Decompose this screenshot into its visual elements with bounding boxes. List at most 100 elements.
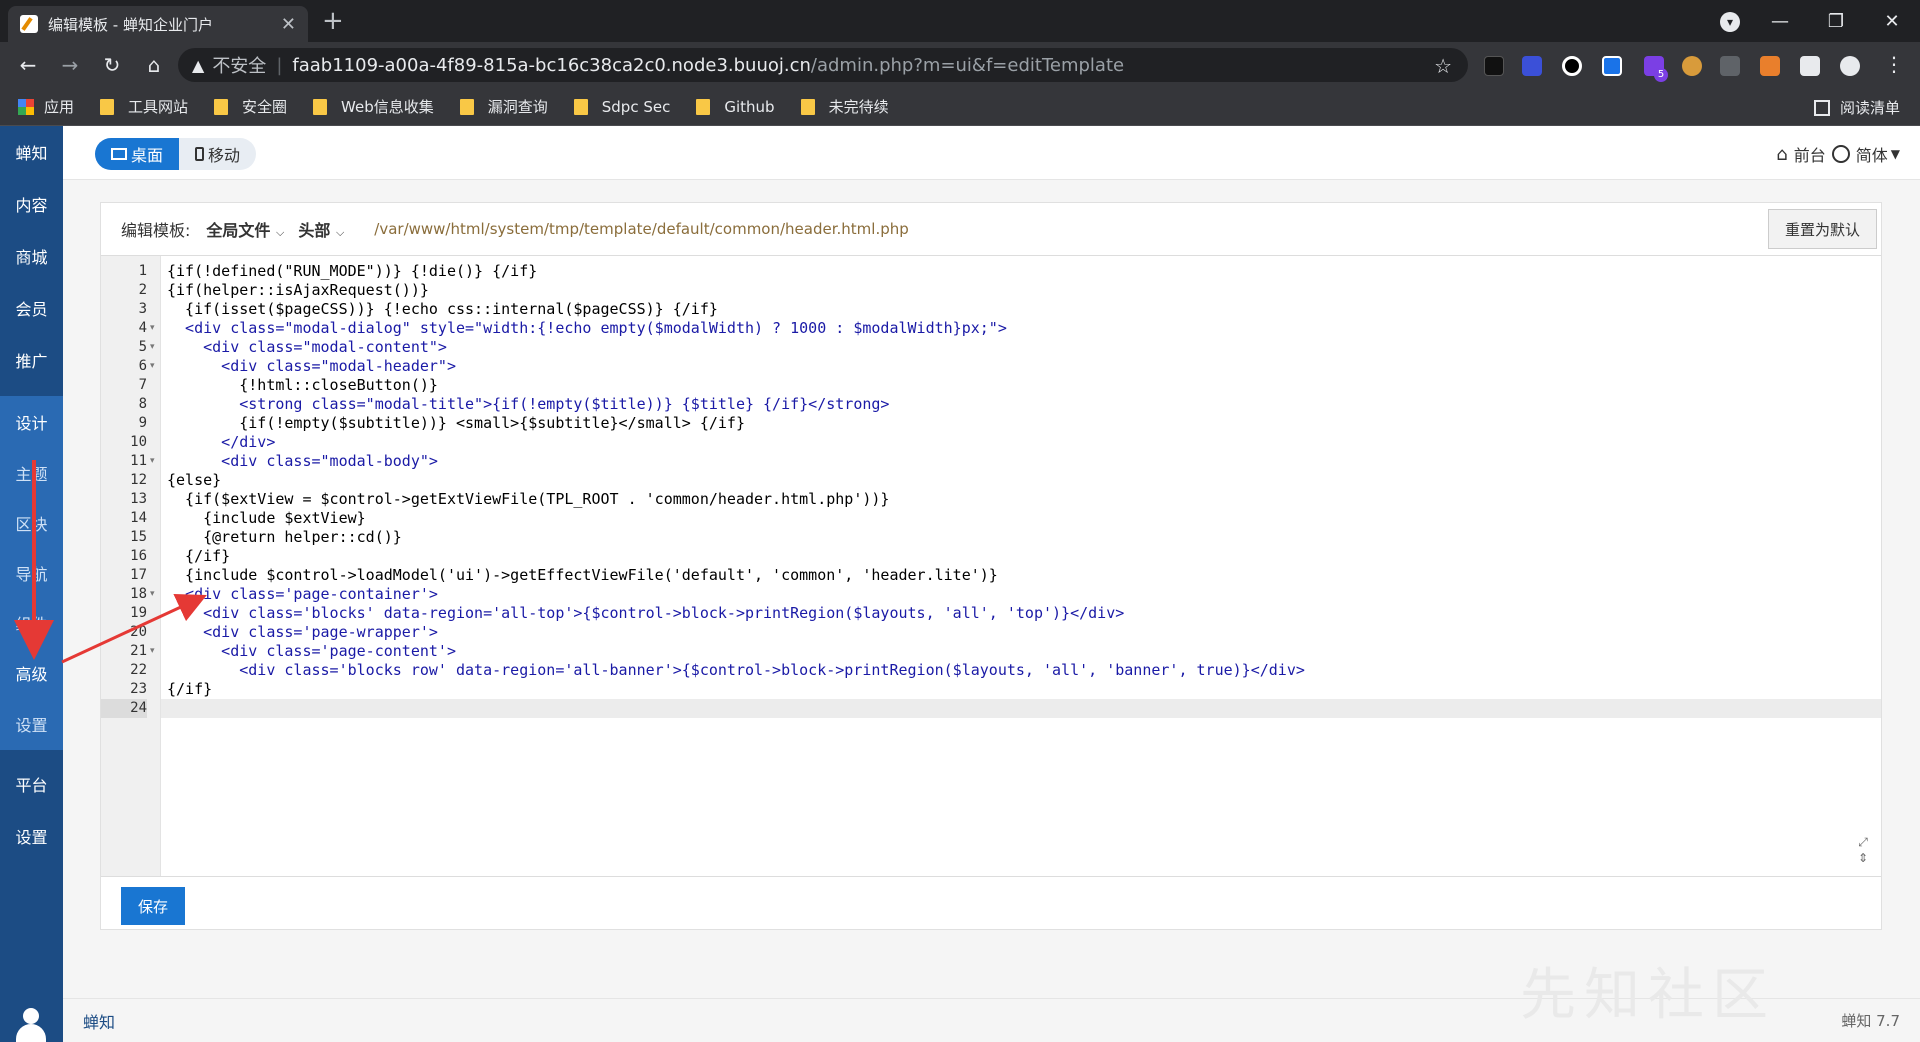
code-line[interactable]: {include $control->loadModel('ui')->getE… bbox=[161, 566, 1881, 585]
home-icon[interactable]: ⌂ bbox=[134, 45, 174, 85]
close-window-icon[interactable]: ✕ bbox=[1864, 0, 1920, 42]
sidebar-item-shop[interactable]: 商城 bbox=[0, 230, 63, 282]
scope-dropdown[interactable]: 全局文件 ⌵ bbox=[206, 217, 284, 241]
tab-search-icon[interactable]: ▾ bbox=[1720, 12, 1740, 32]
bookmark-folder[interactable]: 工具网站 bbox=[100, 96, 188, 117]
mobile-toggle[interactable]: 移动 bbox=[179, 138, 256, 170]
code-line[interactable]: <div class='page-wrapper'> bbox=[161, 623, 1881, 642]
reading-list[interactable]: 阅读清单 bbox=[1813, 97, 1900, 118]
code-line[interactable]: {if(!empty($subtitle))} <small>{$subtitl… bbox=[161, 414, 1881, 433]
bookmark-folder[interactable]: Github bbox=[696, 98, 775, 116]
resize-handle-icon[interactable]: ⤢ ⇕ bbox=[1855, 834, 1871, 868]
extension-record-icon[interactable] bbox=[1562, 56, 1582, 76]
save-button[interactable]: 保存 bbox=[121, 887, 185, 925]
code-line[interactable]: <div class="modal-body"> bbox=[161, 452, 1881, 471]
code-line[interactable]: {!html::closeButton()} bbox=[161, 376, 1881, 395]
sidebar-item-theme[interactable]: 主题 bbox=[0, 448, 63, 498]
code-line[interactable]: {if(isset($pageCSS))} {!echo css::intern… bbox=[161, 300, 1881, 319]
code-line[interactable]: {if(helper::isAjaxRequest())} bbox=[161, 281, 1881, 300]
code-line[interactable]: {if($extView = $control->getExtViewFile(… bbox=[161, 490, 1881, 509]
reset-default-button[interactable]: 重置为默认 bbox=[1767, 209, 1877, 249]
code-line[interactable]: <div class="modal-content"> bbox=[161, 338, 1881, 357]
fold-toggle-icon[interactable]: ▾ bbox=[150, 452, 155, 471]
profile-avatar-icon[interactable] bbox=[1840, 56, 1860, 76]
menu-kebab-icon[interactable]: ⋮ bbox=[1884, 52, 1904, 76]
bookmark-star-icon[interactable]: ☆ bbox=[1434, 54, 1452, 78]
code-line[interactable]: {include $extView} bbox=[161, 509, 1881, 528]
extensions-puzzle-icon[interactable] bbox=[1800, 56, 1820, 76]
code-line[interactable]: </div> bbox=[161, 433, 1881, 452]
sidebar-item-design[interactable]: 设计 bbox=[0, 396, 63, 448]
user-avatar-icon[interactable] bbox=[14, 1008, 48, 1042]
code-area[interactable]: {if(!defined("RUN_MODE"))} {!die()} {/if… bbox=[161, 256, 1881, 876]
code-line[interactable]: <strong class="modal-title">{if(!empty($… bbox=[161, 395, 1881, 414]
browser-tab[interactable]: 编辑模板 - 蝉知企业门户 ✕ bbox=[8, 6, 308, 42]
line-number: 10 bbox=[130, 434, 147, 450]
bookmark-folder[interactable]: 漏洞查询 bbox=[459, 96, 548, 117]
extension-cookie-icon[interactable] bbox=[1682, 56, 1702, 76]
warning-icon[interactable]: ▲ bbox=[192, 56, 204, 75]
sidebar-item-settings[interactable]: 设置 bbox=[0, 810, 63, 862]
sidebar-item-platform[interactable]: 平台 bbox=[0, 758, 63, 810]
address-path: /admin.php?m=ui&f=editTemplate bbox=[810, 54, 1125, 76]
fold-toggle-icon[interactable]: ▾ bbox=[150, 357, 155, 376]
front-link[interactable]: 前台 bbox=[1794, 142, 1826, 166]
sidebar-item-promote[interactable]: 推广 bbox=[0, 334, 63, 386]
sidebar-item-member[interactable]: 会员 bbox=[0, 282, 63, 334]
code-line[interactable]: <div class='blocks row' data-region='all… bbox=[161, 661, 1881, 680]
sidebar-item-nav[interactable]: 导航 bbox=[0, 548, 63, 598]
desktop-toggle[interactable]: 桌面 bbox=[95, 138, 180, 170]
minimize-icon[interactable]: — bbox=[1752, 0, 1808, 42]
code-line[interactable]: {else} bbox=[161, 471, 1881, 490]
fold-toggle-icon[interactable]: ▾ bbox=[150, 585, 155, 604]
code-line[interactable]: <div class='page-container'> bbox=[161, 585, 1881, 604]
extension-translate-icon[interactable] bbox=[1602, 56, 1622, 76]
code-line[interactable]: <div class="modal-dialog" style="width:{… bbox=[161, 319, 1881, 338]
code-line[interactable]: <div class="modal-header"> bbox=[161, 357, 1881, 376]
sidebar-item-brand[interactable]: 蝉知 bbox=[0, 126, 63, 178]
footer-brand[interactable]: 蝉知 bbox=[83, 1009, 115, 1033]
bookmark-label: 漏洞查询 bbox=[487, 98, 548, 116]
reload-icon[interactable]: ↻ bbox=[92, 45, 132, 85]
restore-icon[interactable]: ❐ bbox=[1808, 0, 1864, 42]
extension-blue-icon[interactable] bbox=[1522, 56, 1542, 76]
bookmark-folder[interactable]: Sdpc Sec bbox=[573, 98, 670, 116]
sidebar-item-widget[interactable]: 组件 bbox=[0, 598, 63, 648]
new-tab-icon[interactable]: + bbox=[322, 6, 344, 36]
sidebar-item-content[interactable]: 内容 bbox=[0, 178, 63, 230]
bookmark-folder[interactable]: 安全圈 bbox=[214, 96, 287, 117]
back-icon[interactable]: ← bbox=[8, 45, 48, 85]
caret-down-icon[interactable]: ▼ bbox=[1891, 147, 1900, 161]
bookmark-folder[interactable]: 未完待续 bbox=[800, 96, 889, 117]
code-line[interactable]: {/if} bbox=[161, 547, 1881, 566]
folder-icon bbox=[696, 98, 711, 115]
fold-toggle-icon[interactable]: ▾ bbox=[150, 319, 155, 338]
forward-icon[interactable]: → bbox=[50, 45, 90, 85]
code-line[interactable]: {if(!defined("RUN_MODE"))} {!die()} {/if… bbox=[161, 262, 1881, 281]
apps-grid-icon bbox=[18, 98, 34, 115]
code-line[interactable]: <div class='blocks' data-region='all-top… bbox=[161, 604, 1881, 623]
fold-toggle-icon[interactable]: ▾ bbox=[150, 338, 155, 357]
extension-arrow-icon[interactable] bbox=[1760, 56, 1780, 76]
sidebar-item-design-settings[interactable]: 设置 bbox=[0, 698, 63, 750]
folder-icon bbox=[100, 98, 115, 115]
editor-label: 编辑模板: bbox=[121, 221, 191, 240]
code-editor[interactable]: 1 2 3 4 ▾ 5 ▾ 6 ▾ 7 8 9 10 11 ▾ 12 13 14 15 16 17 18 ▾ 19 20 21 ▾ 2… bbox=[101, 255, 1881, 877]
extension-h-icon[interactable] bbox=[1484, 56, 1504, 76]
code-line[interactable]: <div class='page-content'> bbox=[161, 642, 1881, 661]
sidebar-item-block[interactable]: 区块 bbox=[0, 498, 63, 548]
code-line[interactable]: {@return helper::cd()} bbox=[161, 528, 1881, 547]
part-dropdown[interactable]: 头部 ⌵ bbox=[298, 217, 344, 241]
bookmark-folder[interactable]: Web信息收集 bbox=[313, 96, 434, 117]
extension-glasses-icon[interactable] bbox=[1720, 56, 1740, 76]
sidebar-item-advanced[interactable]: 高级 bbox=[0, 648, 63, 698]
line-number: 5 bbox=[138, 339, 147, 355]
bookmark-apps[interactable]: 应用 bbox=[18, 96, 74, 117]
line-number: 18 bbox=[130, 586, 147, 602]
language-dropdown[interactable]: 简体 bbox=[1856, 142, 1888, 166]
close-tab-icon[interactable]: ✕ bbox=[281, 14, 296, 35]
code-line[interactable]: {/if} bbox=[161, 680, 1881, 699]
fold-toggle-icon[interactable]: ▾ bbox=[150, 642, 155, 661]
code-line[interactable] bbox=[161, 699, 1881, 718]
address-bar[interactable]: ▲ 不安全 | faab1109-a00a-4f89-815a-bc16c38c… bbox=[178, 48, 1468, 82]
